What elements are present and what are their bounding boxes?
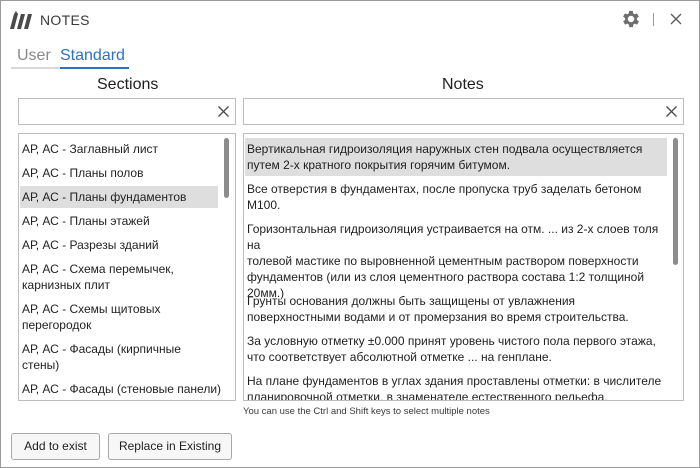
section-item-selected[interactable]: АР, АС - Планы фундаментов (20, 186, 218, 208)
notes-list[interactable]: Вертикальная гидроизоляция наружных стен… (243, 133, 684, 401)
sections-scrollbar-thumb[interactable] (224, 138, 229, 198)
section-item-label: стены) (22, 358, 60, 372)
logo-icon (10, 11, 32, 29)
clear-icon[interactable] (665, 105, 678, 118)
active-tab-indicator (60, 67, 129, 69)
section-item[interactable]: АР, АС - Планы полов (20, 162, 218, 184)
note-item[interactable]: Грунты основания должны быть защищены от… (245, 290, 667, 328)
note-item[interactable]: Все отверстия в фундаментах, после пропу… (245, 178, 667, 216)
section-item-label: карнизных плит (22, 278, 110, 292)
sections-search-box (18, 98, 236, 125)
note-item-text: Вертикальная гидроизоляция наружных стен… (247, 142, 643, 156)
note-item-text: Горизонтальная гидроизоляция устраиваетс… (247, 222, 659, 252)
notes-window: NOTES User Standard Sections Notes АР, А… (0, 0, 700, 468)
section-item-label: АР, АС - Фасады (стеновые панели) (22, 382, 222, 396)
gear-icon[interactable] (620, 8, 642, 30)
note-item-text: М100. (247, 198, 281, 212)
section-item-label: АР, АС - Схемы щитовых (22, 302, 161, 316)
note-item-text: Все отверстия в фундаментах, после пропу… (247, 182, 642, 196)
sections-search-input[interactable] (23, 102, 213, 121)
section-item[interactable]: АР, АС - Схема перемычек, карнизных плит (20, 258, 218, 296)
note-item-text: поверхностными водами и от промерзания в… (247, 310, 629, 324)
note-item-text: За условную отметку ±0.000 принят уровен… (247, 334, 656, 348)
section-item[interactable]: АР, АС - Планы этажей (20, 210, 218, 232)
note-item[interactable]: На плане фундаментов в углах здания прос… (245, 370, 667, 401)
note-item[interactable]: За условную отметку ±0.000 принят уровен… (245, 330, 667, 368)
sections-list[interactable]: АР, АС - Заглавный лист АР, АС - Планы п… (18, 133, 236, 401)
section-item-label: АР, АС - Заглавный лист (22, 142, 159, 156)
section-item-label: АР, АС - Разрезы зданий (22, 238, 159, 252)
section-item[interactable]: АР, АС - Фасады (стеновые панели) (20, 378, 232, 400)
window-title: NOTES (40, 12, 90, 28)
note-item-text: что соответствует абсолютной отметке ...… (247, 350, 552, 364)
section-item-label: АР, АС - Схема перемычек, (22, 262, 174, 276)
section-item[interactable]: АР, АС - Схемы щитовых перегородок (20, 298, 218, 336)
note-item-text: путем 2-х кратного покрытия горячим биту… (247, 158, 511, 172)
tab-standard[interactable]: Standard (60, 47, 125, 65)
section-item-label: перегородок (22, 318, 92, 332)
title-bar: NOTES (1, 1, 699, 39)
clear-icon[interactable] (217, 105, 230, 118)
note-item-text: На плане фундаментов в углах здания прос… (247, 374, 662, 388)
notes-search-input[interactable] (248, 102, 658, 121)
note-item-selected[interactable]: Вертикальная гидроизоляция наружных стен… (245, 138, 667, 176)
section-item[interactable]: АР, АС - Разрезы зданий (20, 234, 218, 256)
title-bar-separator (653, 13, 654, 26)
tab-bar: User Standard (11, 45, 691, 70)
section-item-label: АР, АС - Планы полов (22, 166, 144, 180)
note-item-text: Грунты основания должны быть защищены от… (247, 294, 576, 308)
note-item-text: фундаментов (или из слоя цементного раст… (247, 270, 645, 284)
notes-scrollbar-thumb[interactable] (673, 138, 678, 265)
replace-in-existing-button[interactable]: Replace in Existing (108, 433, 232, 460)
section-item-label: АР, АС - Фасады (кирпичные (22, 342, 181, 356)
section-item-label: АР, АС - Планы фундаментов (22, 190, 187, 204)
section-item[interactable]: АР, АС - Заглавный лист (20, 138, 218, 160)
note-item-text: планировочной отметки, в знаменателе ест… (247, 390, 608, 401)
section-item[interactable]: АР, АС - Фасады (кирпичные стены) (20, 338, 218, 376)
notes-search-box (243, 98, 684, 125)
close-icon[interactable] (667, 10, 685, 28)
add-to-exist-button[interactable]: Add to exist (11, 433, 100, 460)
section-item-label: АР, АС - Планы этажей (22, 214, 150, 228)
tab-user[interactable]: User (17, 47, 51, 65)
note-item-text: толевой мастике по выровненной цементным… (247, 254, 639, 268)
notes-header: Notes (442, 76, 484, 93)
multi-select-hint: You can use the Ctrl and Shift keys to s… (243, 406, 490, 417)
sections-header: Sections (97, 76, 159, 93)
